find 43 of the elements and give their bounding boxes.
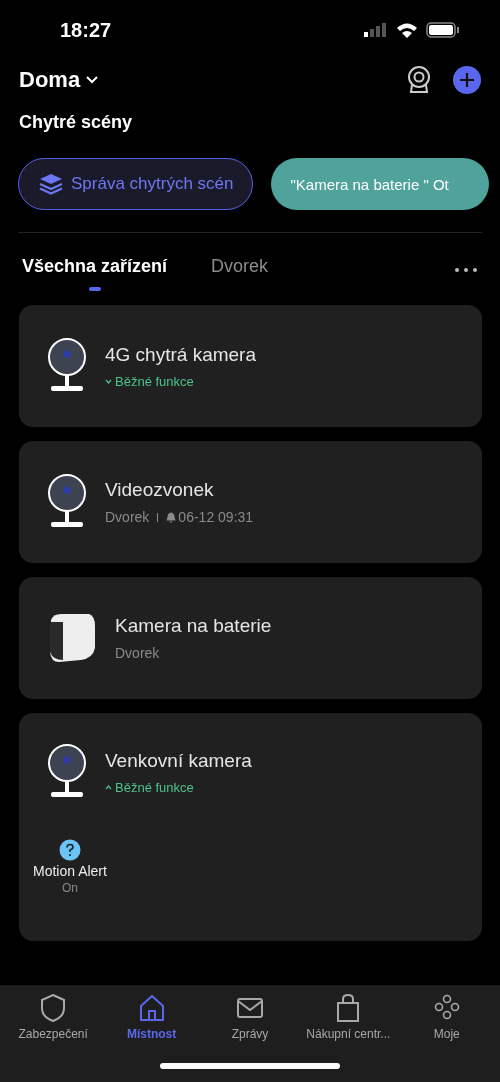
battery-icon — [426, 22, 460, 38]
section-title: Chytré scény — [18, 111, 134, 134]
device-card[interactable]: Venkovní kamera Běžné funkce Motion Alert On — [19, 713, 482, 941]
device-name: Venkovní kamera — [105, 749, 252, 772]
room-tab[interactable]: Dvorek — [211, 249, 269, 291]
device-card[interactable]: Kamera na baterie Dvorek — [19, 577, 482, 699]
webcam-icon — [406, 65, 432, 95]
room-label: Dvorek — [115, 645, 160, 661]
add-button[interactable] — [452, 65, 482, 95]
manage-scenes-button[interactable]: Správa chytrých scén — [18, 158, 253, 210]
chevron-down-icon — [105, 378, 112, 384]
more-icon — [454, 267, 478, 273]
signal-icon — [364, 23, 388, 37]
question-icon — [58, 839, 81, 861]
device-card[interactable]: 4G chytrá kamera Běžné funkce — [19, 305, 482, 427]
camera-icon — [47, 612, 97, 664]
plus-icon — [452, 65, 482, 95]
shield-icon — [39, 993, 68, 1023]
device-name: 4G chytrá kamera — [105, 343, 256, 366]
nav-tab[interactable]: Moje — [398, 993, 495, 1041]
room-tab[interactable]: Všechna zařízení — [22, 249, 168, 291]
nav-tab[interactable]: Zabezpečení — [5, 993, 102, 1041]
nav-tab[interactable]: Místnost — [103, 993, 200, 1041]
wifi-icon — [396, 22, 418, 38]
functions-toggle[interactable]: Běžné funkce — [105, 373, 256, 389]
functions-toggle[interactable]: Běžné funkce — [105, 779, 252, 795]
home-selector[interactable]: Doma — [19, 67, 99, 93]
home-icon — [137, 993, 166, 1023]
bell-icon — [166, 511, 177, 523]
room-label: Dvorek — [105, 509, 150, 525]
alert-time: 06-12 09:31 — [178, 509, 254, 525]
device-card[interactable]: Videozvonek Dvorek 06-12 09:31 — [19, 441, 482, 563]
chevron-up-icon — [105, 784, 112, 790]
more-button[interactable] — [454, 267, 478, 273]
motion-alert-shortcut[interactable]: Motion Alert On — [33, 839, 107, 895]
camera-button[interactable] — [406, 65, 432, 95]
status-time: 18:27 — [60, 18, 112, 42]
nav-tab[interactable]: Zprávy — [201, 993, 298, 1041]
layers-icon — [39, 173, 63, 195]
device-name: Kamera na baterie — [115, 615, 272, 637]
device-name: Videozvonek — [105, 479, 215, 501]
chevron-down-icon — [86, 76, 99, 84]
nav-tab[interactable]: Nákupní centr... — [300, 993, 397, 1041]
